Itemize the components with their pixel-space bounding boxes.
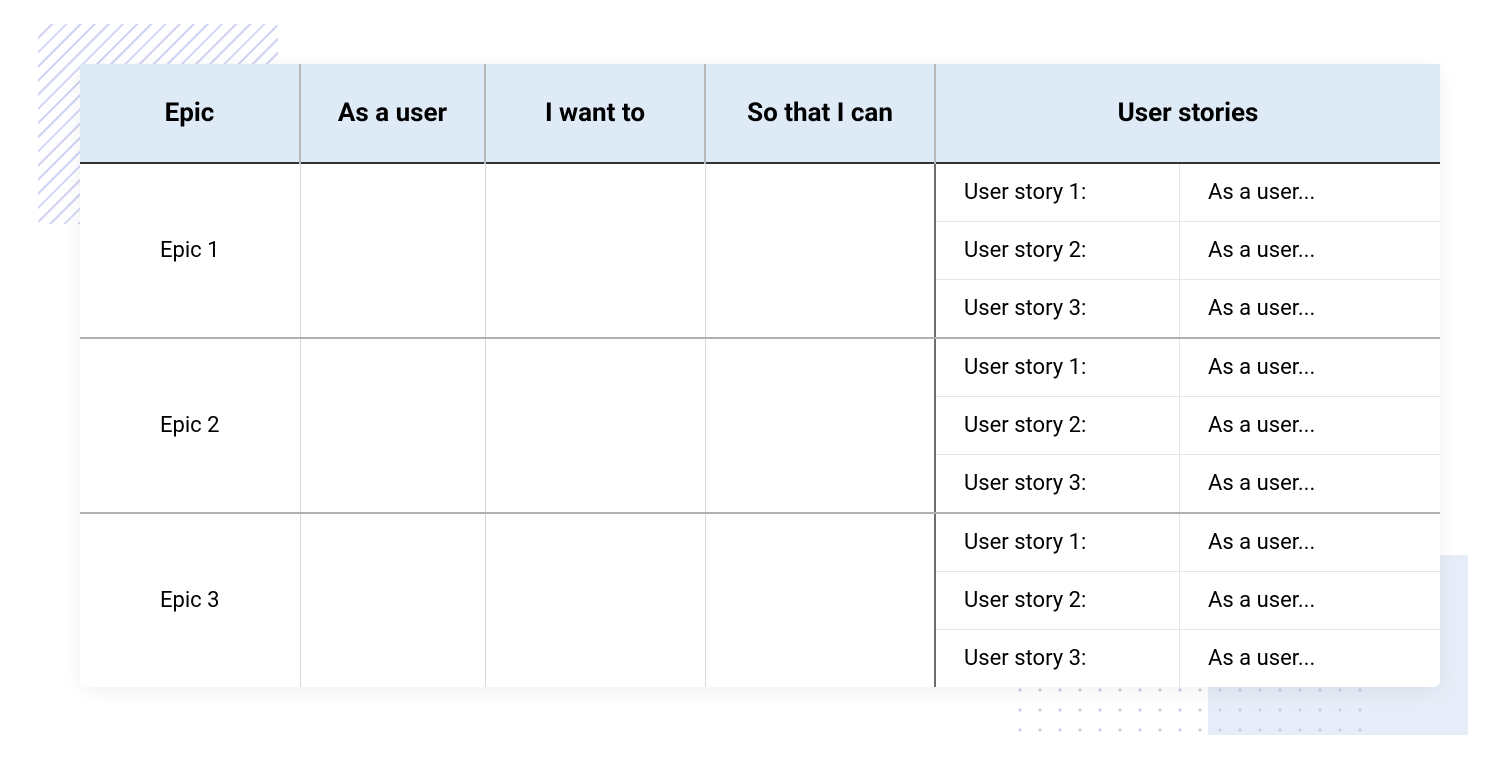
header-row: Epic As a user I want to So that I can U… [80,64,1440,163]
epic-table: Epic As a user I want to So that I can U… [80,64,1440,687]
story-row: User story 3: As a user... [936,280,1440,338]
story-text: As a user... [1180,630,1441,688]
story-row: User story 1: As a user... [936,339,1440,397]
story-label: User story 1: [936,339,1180,397]
story-row: User story 1: As a user... [936,164,1440,222]
cell-so-that [705,338,935,513]
story-text: As a user... [1180,222,1441,280]
story-label: User story 1: [936,514,1180,572]
story-row: User story 2: As a user... [936,222,1440,280]
story-row: User story 2: As a user... [936,397,1440,455]
story-row: User story 1: As a user... [936,514,1440,572]
epic-table-container: Epic As a user I want to So that I can U… [80,64,1440,687]
cell-epic: Epic 2 [80,338,300,513]
story-label: User story 2: [936,572,1180,630]
story-text: As a user... [1180,572,1441,630]
story-row: User story 3: As a user... [936,455,1440,513]
cell-i-want-to [485,338,705,513]
cell-user-stories: User story 1: As a user... User story 2:… [935,163,1440,338]
story-label: User story 2: [936,222,1180,280]
cell-so-that [705,513,935,687]
story-label: User story 3: [936,455,1180,513]
header-i-want-to: I want to [485,64,705,163]
cell-i-want-to [485,163,705,338]
story-text: As a user... [1180,397,1441,455]
header-as-a-user: As a user [300,64,485,163]
header-user-stories: User stories [935,64,1440,163]
story-row: User story 3: As a user... [936,630,1440,688]
cell-as-a-user [300,163,485,338]
cell-user-stories: User story 1: As a user... User story 2:… [935,513,1440,687]
story-label: User story 3: [936,280,1180,338]
stories-subtable: User story 1: As a user... User story 2:… [936,339,1440,512]
story-text: As a user... [1180,280,1441,338]
stories-subtable: User story 1: As a user... User story 2:… [936,164,1440,337]
story-text: As a user... [1180,164,1441,222]
table-row: Epic 3 User story 1: As a user... User s… [80,513,1440,687]
story-label: User story 2: [936,397,1180,455]
cell-as-a-user [300,513,485,687]
cell-epic: Epic 1 [80,163,300,338]
header-epic: Epic [80,64,300,163]
story-text: As a user... [1180,339,1441,397]
table-row: Epic 2 User story 1: As a user... User s… [80,338,1440,513]
cell-as-a-user [300,338,485,513]
story-text: As a user... [1180,514,1441,572]
cell-i-want-to [485,513,705,687]
stories-subtable: User story 1: As a user... User story 2:… [936,514,1440,687]
cell-user-stories: User story 1: As a user... User story 2:… [935,338,1440,513]
story-label: User story 1: [936,164,1180,222]
story-label: User story 3: [936,630,1180,688]
cell-so-that [705,163,935,338]
cell-epic: Epic 3 [80,513,300,687]
story-text: As a user... [1180,455,1441,513]
story-row: User story 2: As a user... [936,572,1440,630]
table-row: Epic 1 User story 1: As a user... User s… [80,163,1440,338]
header-so-that: So that I can [705,64,935,163]
